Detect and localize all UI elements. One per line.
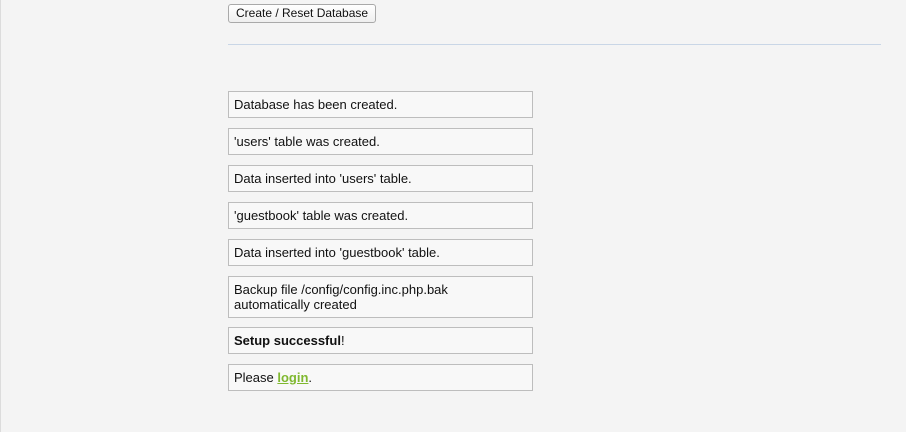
setup-successful-suffix: ! [340, 333, 345, 348]
message-users-table-created: 'users' table was created. [228, 128, 533, 155]
login-suffix-text: . [308, 370, 313, 385]
section-divider [228, 44, 881, 45]
message-backup-file-created: Backup file /config/config.inc.php.bak a… [228, 276, 533, 318]
login-link[interactable]: login [277, 370, 308, 385]
message-please-login: Please login. [228, 364, 533, 391]
message-guestbook-table-created: 'guestbook' table was created. [228, 202, 533, 229]
login-prefix-text: Please [234, 370, 278, 385]
message-database-created: Database has been created. [228, 91, 533, 118]
message-setup-successful: Setup successful! [228, 327, 533, 354]
setup-successful-text: Setup successful [234, 333, 341, 348]
create-reset-database-button[interactable]: Create / Reset Database [228, 4, 377, 23]
message-guestbook-data-inserted: Data inserted into 'guestbook' table. [228, 239, 533, 266]
page-left-border [0, 0, 1, 432]
message-users-data-inserted: Data inserted into 'users' table. [228, 165, 533, 192]
